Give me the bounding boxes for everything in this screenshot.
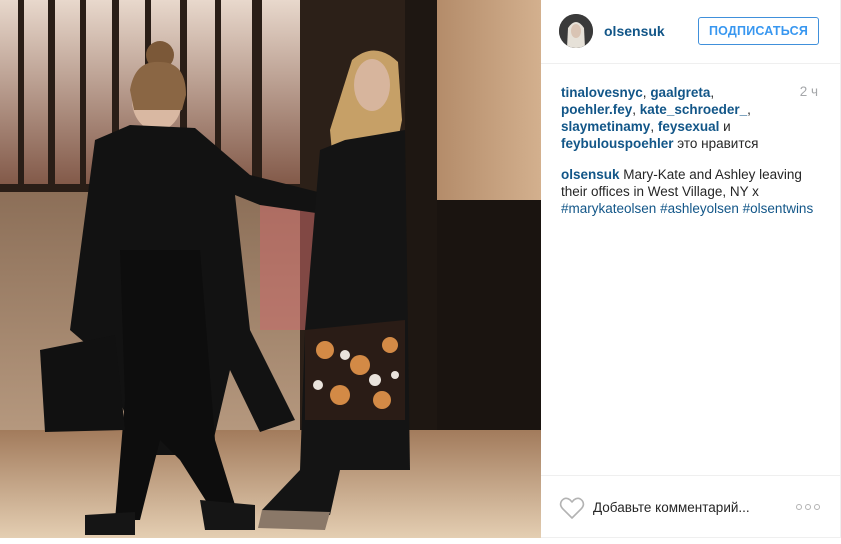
- liker-link[interactable]: tinalovesnyc: [561, 85, 643, 100]
- hashtag-link[interactable]: #olsentwins: [743, 201, 814, 216]
- more-options-icon[interactable]: [796, 502, 822, 512]
- post-photo[interactable]: [0, 0, 541, 538]
- likes-summary: tinalovesnyc, gaalgreta, poehler.fey, ka…: [561, 84, 791, 152]
- liker-link[interactable]: gaalgreta: [650, 85, 710, 100]
- liker-link[interactable]: poehler.fey: [561, 102, 632, 117]
- post-username[interactable]: olsensuk: [604, 23, 665, 39]
- post-side-panel: olsensuk ПОДПИСАТЬСЯ tinalovesnyc, gaalg…: [541, 0, 841, 538]
- instagram-post: olsensuk ПОДПИСАТЬСЯ tinalovesnyc, gaalg…: [0, 0, 841, 544]
- post-timestamp[interactable]: 2 ч: [800, 84, 818, 99]
- liker-link[interactable]: slaymetinamy: [561, 119, 650, 134]
- likes-separator: ,: [747, 102, 751, 117]
- likes-separator: ,: [632, 102, 640, 117]
- heart-outline-icon[interactable]: [559, 496, 585, 520]
- liker-link[interactable]: feysexual: [658, 119, 720, 134]
- liker-link[interactable]: feybulouspoehler: [561, 136, 674, 151]
- comment-input[interactable]: [593, 496, 783, 518]
- hashtag-link[interactable]: #marykateolsen: [561, 201, 656, 216]
- avatar[interactable]: [559, 14, 593, 48]
- post-footer: [541, 475, 841, 537]
- liker-link[interactable]: kate_schroeder_: [640, 102, 747, 117]
- likes-separator: и: [719, 119, 731, 134]
- likes-suffix: это нравится: [673, 136, 759, 151]
- follow-button[interactable]: ПОДПИСАТЬСЯ: [698, 17, 819, 45]
- post-caption: olsensuk Mary-Kate and Ashley leaving th…: [561, 166, 823, 217]
- post-header: olsensuk ПОДПИСАТЬСЯ: [541, 0, 841, 64]
- caption-author[interactable]: olsensuk: [561, 167, 620, 182]
- hashtag-link[interactable]: #ashleyolsen: [660, 201, 739, 216]
- likes-separator: ,: [650, 119, 658, 134]
- likes-separator: ,: [710, 85, 715, 100]
